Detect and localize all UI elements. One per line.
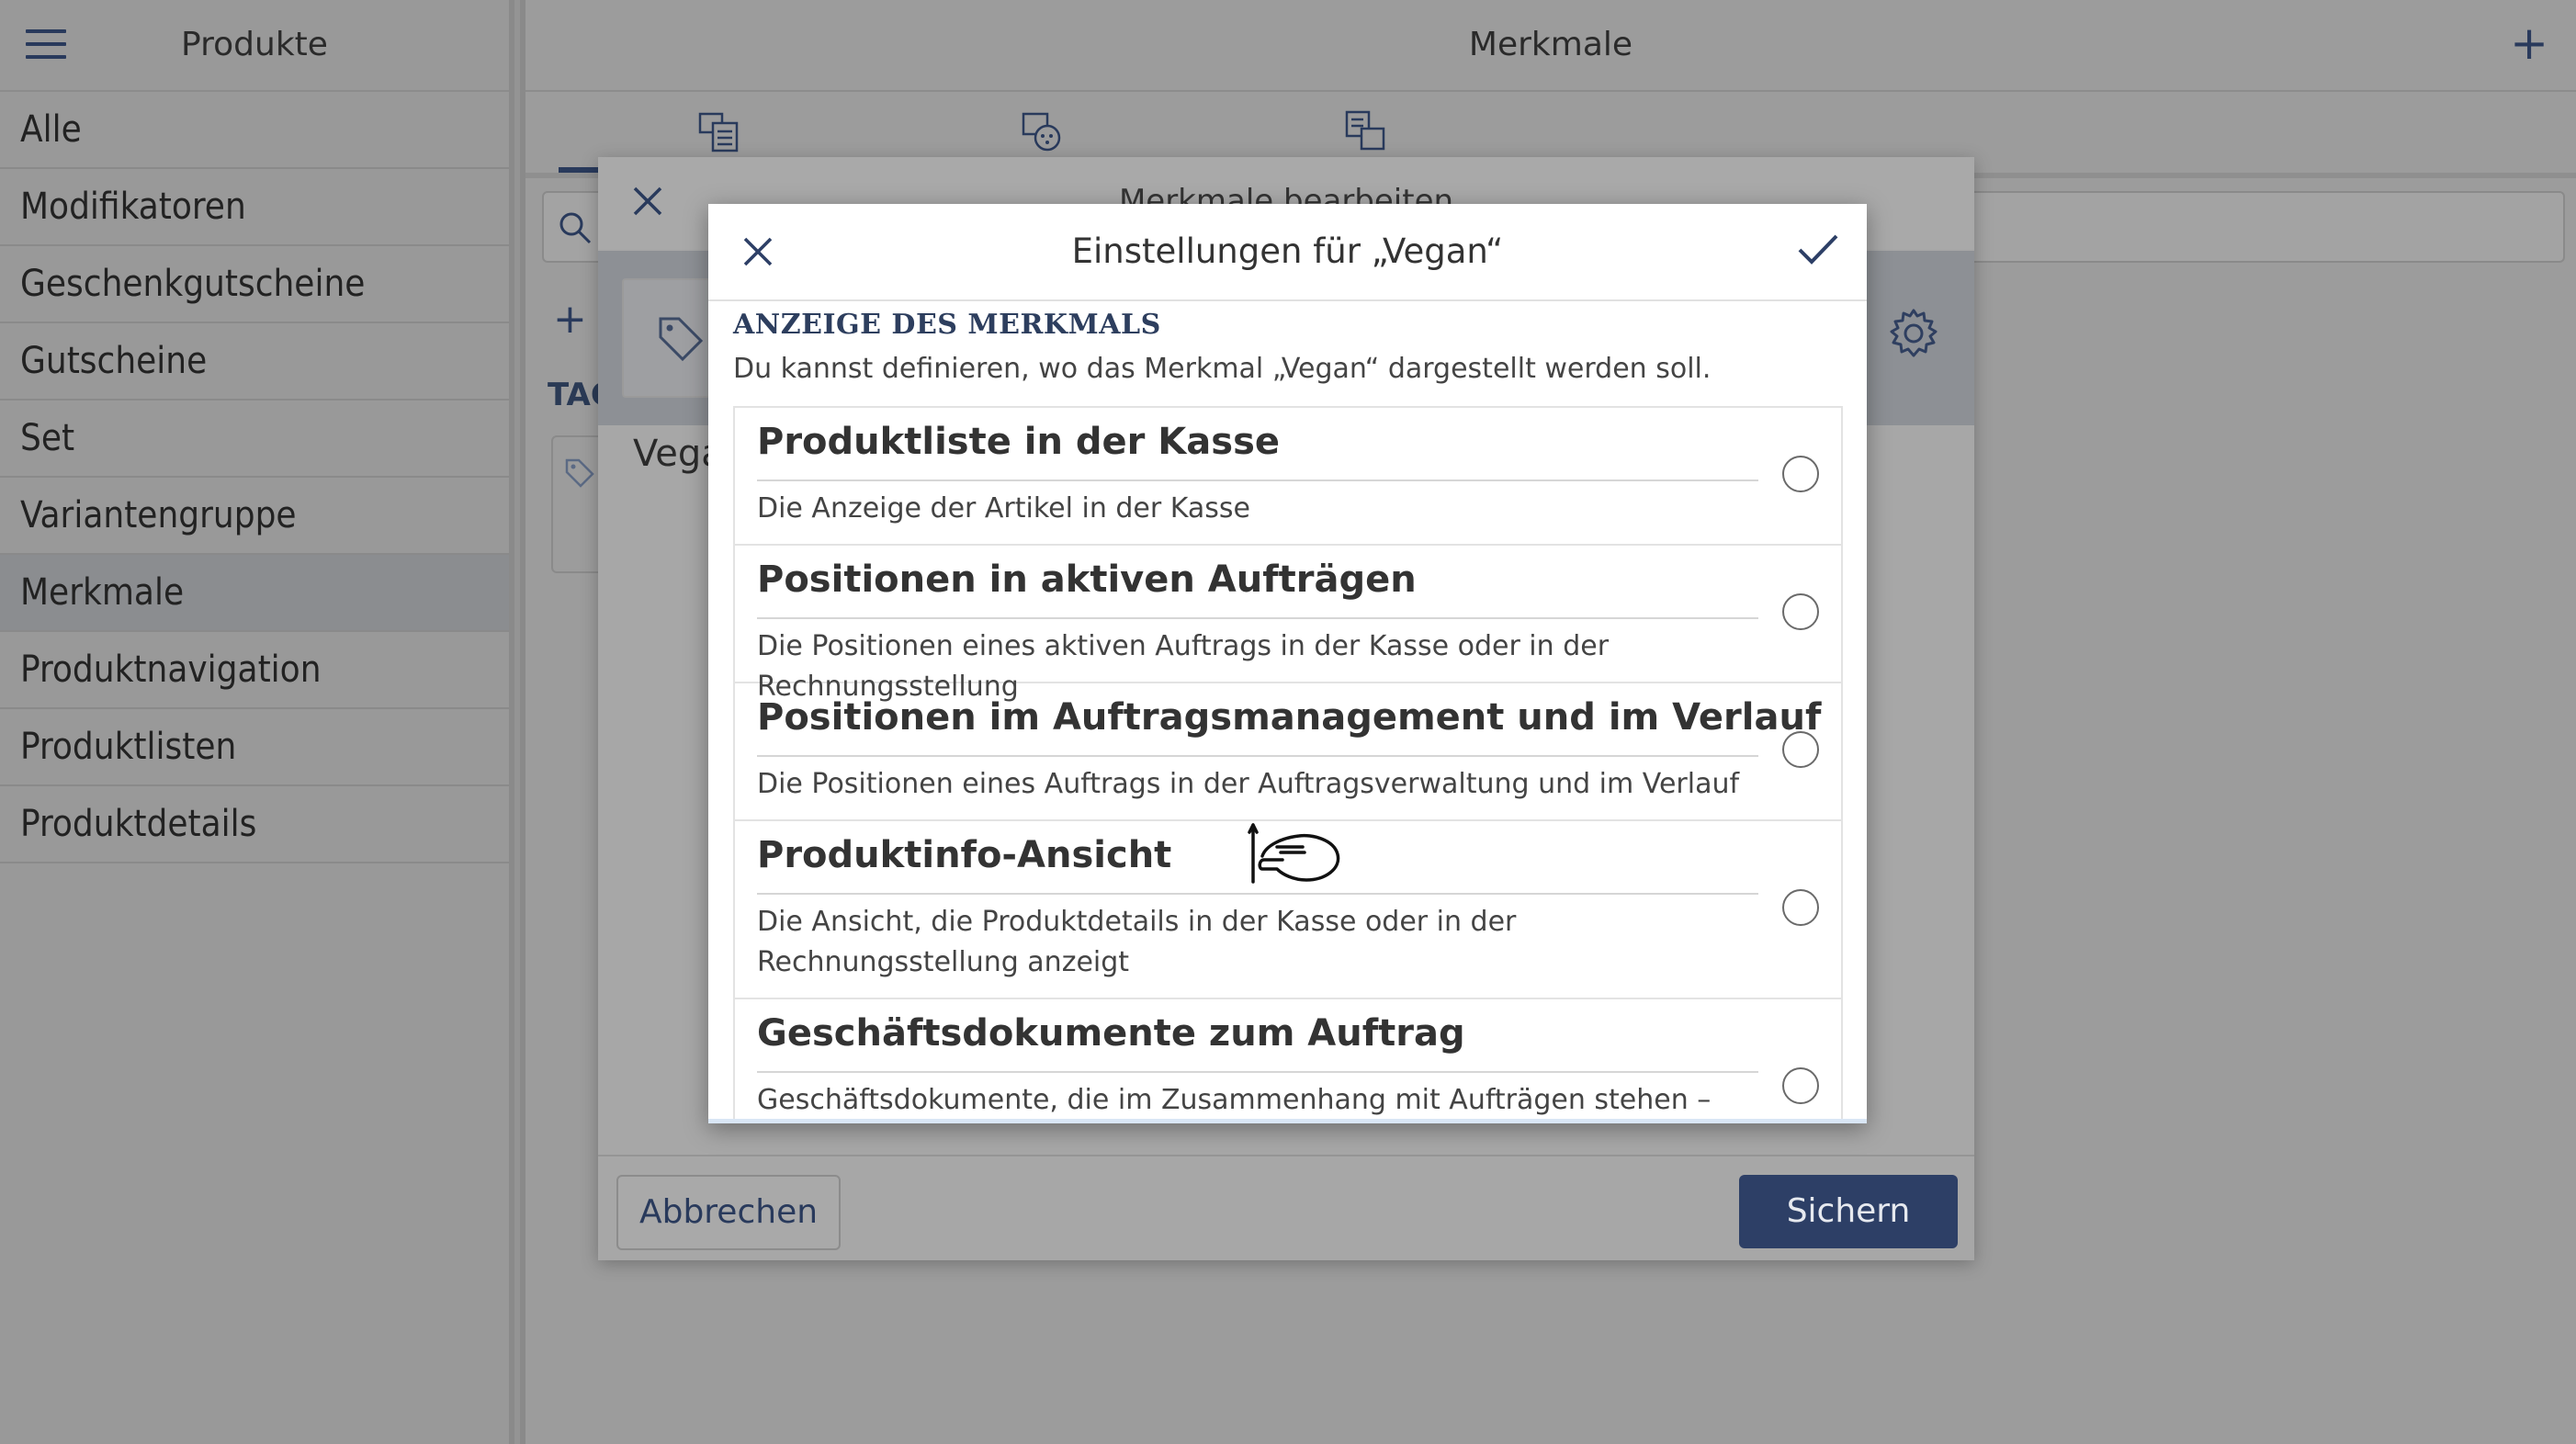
section-heading: ANZEIGE DES MERKMALS <box>733 309 1161 341</box>
option-title: Positionen in aktiven Aufträgen <box>757 558 1417 601</box>
dialog-scroll-edge <box>708 1119 1867 1123</box>
confirm-check-icon[interactable] <box>1797 231 1839 268</box>
tab-product-list-icon[interactable] <box>696 108 742 154</box>
page-title: Merkmale <box>1468 26 1633 63</box>
option-radio[interactable] <box>1782 731 1819 768</box>
option-title: Positionen im Auftragsmanagement und im … <box>757 696 1822 739</box>
main-header: Merkmale + <box>525 0 2576 92</box>
option-description: Die Positionen eines Auftrags in der Auf… <box>757 768 1740 800</box>
sidebar-item-merkmale[interactable]: Merkmale <box>0 555 509 632</box>
settings-dialog-title: Einstellungen für „Vegan“ <box>1071 231 1504 271</box>
tag-icon <box>565 458 594 488</box>
option-description: Die Anzeige der Artikel in der Kasse <box>757 492 1250 525</box>
tag-icon <box>659 317 704 362</box>
settings-dialog: Einstellungen für „Vegan“ ANZEIGE DES ME… <box>708 204 1867 1123</box>
sidebar-item-alle[interactable]: Alle <box>0 92 509 169</box>
gear-icon[interactable] <box>1887 307 1940 360</box>
sidebar-item-geschenkgutscheine[interactable]: Geschenkgutscheine <box>0 246 509 323</box>
save-button[interactable]: Sichern <box>1739 1175 1958 1248</box>
sidebar-item-variantengruppe[interactable]: Variantengruppe <box>0 478 509 555</box>
option-description: Die Ansicht, die Produktdetails in der K… <box>757 906 1517 978</box>
settings-dialog-header: Einstellungen für „Vegan“ <box>708 204 1867 301</box>
add-tag-button[interactable]: + <box>553 296 587 343</box>
cancel-button[interactable]: Abbrechen <box>616 1175 841 1250</box>
option-title: Produktliste in der Kasse <box>757 421 1281 463</box>
tab-modifier-icon[interactable] <box>1020 108 1066 154</box>
option-row[interactable]: Positionen im Auftragsmanagement und im … <box>735 683 1841 821</box>
option-radio[interactable] <box>1782 889 1819 926</box>
swipe-hand-icon <box>1248 823 1340 884</box>
display-options-list: Produktliste in der Kasse Die Anzeige de… <box>733 406 1843 1123</box>
option-radio[interactable] <box>1782 1067 1819 1104</box>
sidebar-title: Produkte <box>181 26 328 63</box>
option-row[interactable]: Produktliste in der Kasse Die Anzeige de… <box>735 408 1841 546</box>
add-icon[interactable]: + <box>2510 17 2548 70</box>
sidebar: Produkte Alle Modifikatoren Geschenkguts… <box>0 0 509 1444</box>
option-title: Produktinfo-Ansicht <box>757 834 1172 876</box>
search-icon <box>559 212 592 244</box>
sidebar-header: Produkte <box>0 0 509 92</box>
option-title: Geschäftsdokumente zum Auftrag <box>757 1012 1465 1055</box>
sidebar-item-set[interactable]: Set <box>0 400 509 478</box>
sidebar-item-modifikatoren[interactable]: Modifikatoren <box>0 169 509 246</box>
option-description: Geschäftsdokumente, die im Zusammenhang … <box>757 1084 1712 1116</box>
sidebar-item-produktdetails[interactable]: Produktdetails <box>0 786 509 863</box>
sidebar-item-produktnavigation[interactable]: Produktnavigation <box>0 632 509 709</box>
option-row[interactable]: Geschäftsdokumente zum Auftrag Geschäfts… <box>735 999 1841 1123</box>
pane-divider[interactable] <box>509 0 525 1444</box>
tab-details-icon[interactable] <box>1343 108 1389 154</box>
sidebar-item-gutscheine[interactable]: Gutscheine <box>0 323 509 400</box>
section-description: Du kannst definieren, wo das Merkmal „Ve… <box>733 353 1712 385</box>
option-radio[interactable] <box>1782 593 1819 630</box>
option-row[interactable]: Positionen in aktiven Aufträgen Die Posi… <box>735 546 1841 703</box>
option-radio[interactable] <box>1782 456 1819 492</box>
sidebar-nav: Alle Modifikatoren Geschenkgutscheine Gu… <box>0 92 509 863</box>
edit-dialog-footer: Abbrechen Sichern <box>598 1155 1974 1262</box>
sidebar-item-produktlisten[interactable]: Produktlisten <box>0 709 509 786</box>
